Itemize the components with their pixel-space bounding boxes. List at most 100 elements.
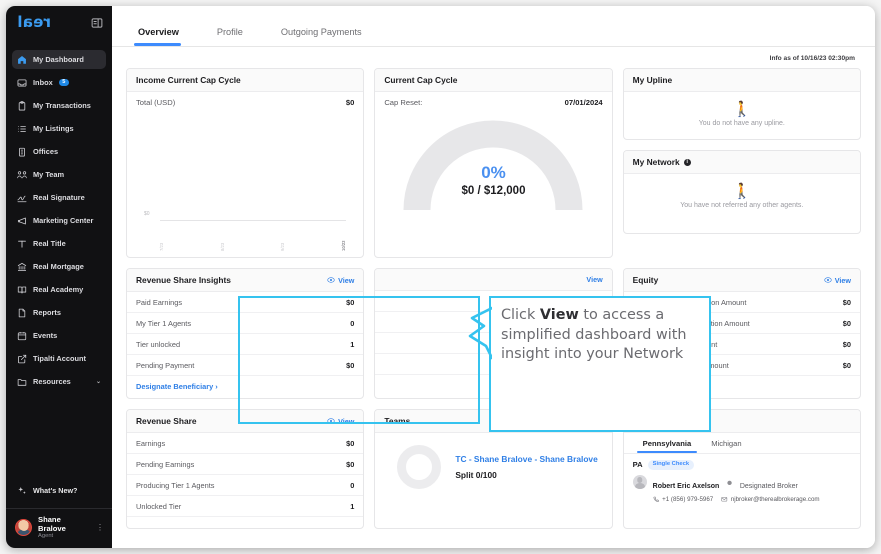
table-row: Producing Tier 1 Agents 0 — [127, 475, 363, 496]
x-tick-label: 7/23 — [160, 221, 164, 251]
external-link-icon — [17, 354, 27, 364]
info-icon[interactable]: i — [684, 159, 691, 166]
view-button[interactable]: View — [824, 276, 851, 285]
sidebar-user-bar[interactable]: Shane Bralove Agent ⋮ — [6, 508, 112, 549]
card-header: My Upline — [624, 69, 860, 92]
sidebar-item-real-academy[interactable]: Real Academy — [12, 280, 106, 299]
sidebar-item-real-signature[interactable]: Real Signature — [12, 188, 106, 207]
broker-name: Robert Eric Axelson — [653, 483, 720, 490]
person-waving-icon: 🚶 — [732, 184, 751, 199]
sparkle-icon — [17, 486, 27, 496]
view-button[interactable]: View — [327, 417, 354, 426]
row-value: $0 — [843, 319, 851, 328]
inbox-icon — [17, 78, 27, 88]
card-header: My Network i — [624, 151, 860, 174]
sidebar-label: My Team — [33, 170, 64, 179]
sidebar-item-real-title[interactable]: Real Title — [12, 234, 106, 253]
card-header: Current Cap Cycle — [375, 69, 611, 92]
browser-window: real My Dashboard — [6, 6, 875, 548]
sidebar-item-inbox[interactable]: Inbox 5 — [12, 73, 106, 92]
office-tab-pennsylvania[interactable]: Pennsylvania — [633, 433, 702, 453]
kebab-menu-icon[interactable]: ⋮ — [96, 523, 104, 532]
sidebar-item-my-transactions[interactable]: My Transactions — [12, 96, 106, 115]
row-value: $0 — [843, 298, 851, 307]
broker-role: Designated Broker — [740, 483, 798, 490]
sidebar-item-reports[interactable]: Reports — [12, 303, 106, 322]
x-tick-label: 8/23 — [221, 221, 225, 251]
folder-icon — [17, 377, 27, 387]
sidebar-item-real-mortgage[interactable]: Real Mortgage — [12, 257, 106, 276]
view-button[interactable]: View — [586, 275, 602, 284]
income-total-label: Total (USD) — [136, 98, 175, 107]
upline-empty-state: 🚶 You do not have any upline. — [624, 92, 860, 139]
sidebar-item-my-team[interactable]: My Team — [12, 165, 106, 184]
broker-avatar — [633, 475, 647, 489]
tab-overview[interactable]: Overview — [134, 27, 195, 46]
income-total-row: Total (USD) $0 — [136, 98, 354, 107]
sidebar-brand-row: real — [6, 6, 112, 38]
user-role: Agent — [38, 533, 90, 541]
cap-reset-row: Cap Reset: 07/01/2024 — [384, 98, 602, 107]
row-value: $0 — [346, 460, 354, 469]
broker-phone[interactable]: +1 (856) 979-5967 — [653, 496, 714, 503]
view-label: View — [338, 276, 354, 285]
state-abbreviation: PA — [633, 460, 643, 469]
sidebar-item-tipalti-account[interactable]: Tipalti Account — [12, 349, 106, 368]
broker-contact: +1 (856) 979-5967 njbroker@therealbroker… — [653, 496, 820, 503]
whats-new-button[interactable]: What's New? — [6, 482, 112, 500]
bank-icon — [17, 262, 27, 272]
income-total-value: $0 — [346, 98, 354, 107]
collapse-panel-icon[interactable] — [91, 16, 103, 28]
row-value: 0 — [350, 481, 354, 490]
gauge-amount: $0 / $12,000 — [375, 185, 611, 197]
phone-number: +1 (856) 979-5967 — [662, 496, 713, 503]
x-tick-label: 10/23 — [342, 221, 346, 251]
broker-row: Robert Eric Axelson • Designated Broker — [624, 473, 860, 511]
info-as-of-timestamp: Info as of 10/16/23 02:30pm — [126, 47, 861, 68]
clipboard-icon — [17, 101, 27, 111]
sidebar-item-resources[interactable]: Resources ⌄ — [12, 372, 106, 391]
card-header: Equity View — [624, 269, 860, 292]
team-split: Split 0/100 — [455, 470, 597, 480]
team-name-link[interactable]: TC - Shane Bralove - Shane Bralove — [455, 454, 597, 465]
broker-name-line: Robert Eric Axelson • Designated Broker — [653, 475, 820, 493]
right-column-stack: My Upline 🚶 You do not have any upline. … — [623, 68, 861, 258]
office-tab-michigan[interactable]: Michigan — [701, 433, 751, 453]
tab-profile[interactable]: Profile — [213, 27, 259, 46]
designate-beneficiary-link[interactable]: Designate Beneficiary › — [127, 376, 363, 398]
broker-email[interactable]: njbroker@therealbrokerage.com — [721, 496, 819, 503]
callout-arrow — [468, 302, 492, 364]
row-value: $0 — [346, 361, 354, 370]
card-header: View — [375, 269, 611, 291]
team-entry[interactable]: TC - Shane Bralove - Shane Bralove Split… — [375, 433, 611, 503]
sidebar-item-marketing-center[interactable]: Marketing Center — [12, 211, 106, 230]
sidebar-item-my-listings[interactable]: My Listings — [12, 119, 106, 138]
upline-empty-text: You do not have any upline. — [699, 120, 785, 127]
avatar — [15, 519, 32, 536]
megaphone-icon — [17, 216, 27, 226]
view-button[interactable]: View — [327, 276, 354, 285]
sidebar-spacer — [6, 393, 112, 482]
sidebar-label: Offices — [33, 147, 58, 156]
signature-icon — [17, 193, 27, 203]
table-row: Pending Earnings $0 — [127, 454, 363, 475]
card-title: Teams — [384, 416, 410, 426]
sidebar-item-offices[interactable]: Offices — [12, 142, 106, 161]
whats-new-label: What's New? — [33, 486, 77, 495]
sidebar-item-my-dashboard[interactable]: My Dashboard — [12, 50, 106, 69]
sidebar-label: Tipalti Account — [33, 354, 86, 363]
row-label: Pending Earnings — [136, 460, 194, 469]
user-info: Shane Bralove Agent — [38, 515, 90, 542]
sidebar-label: Real Academy — [33, 285, 83, 294]
network-empty-state: 🚶 You have not referred any other agents… — [624, 174, 860, 233]
chevron-down-icon[interactable]: ⌄ — [96, 378, 101, 385]
sidebar-label: Marketing Center — [33, 216, 93, 225]
x-tick-label: 9/23 — [281, 221, 285, 251]
tab-outgoing-payments[interactable]: Outgoing Payments — [277, 27, 378, 46]
row-label: Producing Tier 1 Agents — [136, 481, 214, 490]
income-chart-body: Total (USD) $0 $0 7/23 8/23 9/23 — [127, 92, 363, 257]
real-logo[interactable]: real — [17, 15, 51, 30]
row-label: Unlocked Tier — [136, 502, 181, 511]
network-empty-text: You have not referred any other agents. — [680, 202, 803, 209]
sidebar-item-events[interactable]: Events — [12, 326, 106, 345]
